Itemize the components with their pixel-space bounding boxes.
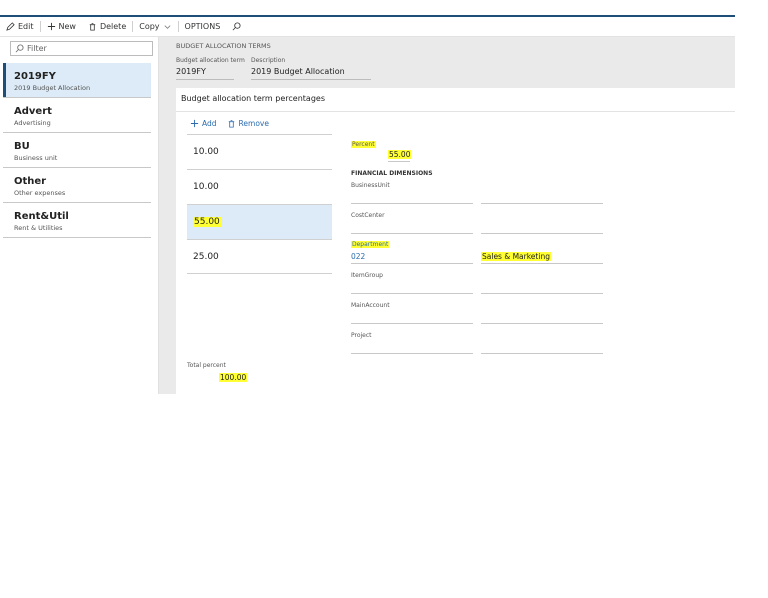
list-item[interactable]: 2019FY 2019 Budget Allocation: [3, 63, 151, 98]
new-button[interactable]: New: [41, 22, 82, 31]
cost-center-label: CostCenter: [351, 212, 385, 219]
list-item-title: BU: [14, 141, 30, 152]
search-icon: [15, 44, 24, 53]
list-item-subtitle: Rent & Utilities: [14, 224, 63, 232]
options-button[interactable]: OPTIONS: [179, 22, 227, 31]
trash-icon: [89, 22, 96, 31]
project-label: Project: [351, 332, 372, 339]
delete-label: Delete: [99, 22, 127, 31]
financial-dimensions-heading: FINANCIAL DIMENSIONS: [351, 170, 433, 177]
new-label: New: [58, 22, 76, 31]
list-pane: Filter 2019FY 2019 Budget Allocation Adv…: [3, 37, 159, 394]
total-percent-value: 100.00: [219, 373, 248, 382]
options-label: OPTIONS: [184, 22, 221, 31]
project-field[interactable]: [351, 342, 473, 354]
edit-button[interactable]: Edit: [0, 22, 40, 31]
business-unit-field[interactable]: [351, 192, 473, 204]
details-pane: BUDGET ALLOCATION TERMS Budget allocatio…: [159, 37, 735, 394]
grid-toolbar: Add Remove: [190, 119, 269, 128]
main-account-name-field: [481, 312, 603, 324]
department-label: Department: [351, 241, 390, 248]
percentages-card: Budget allocation term percentages Add R…: [176, 88, 735, 394]
list-item-title: Other: [14, 176, 47, 187]
filter-placeholder: Filter: [27, 44, 47, 53]
percent-cell: 10.00: [193, 147, 219, 157]
percent-cell: 55.00: [193, 217, 221, 227]
header-caption: BUDGET ALLOCATION TERMS: [176, 42, 271, 50]
total-percent-label: Total percent: [187, 362, 226, 369]
main-account-field[interactable]: [351, 312, 473, 324]
list-item[interactable]: BU Business unit: [3, 133, 151, 168]
remove-button[interactable]: Remove: [227, 119, 269, 128]
percent-label: Percent: [351, 141, 376, 148]
term-field[interactable]: 2019FY: [176, 67, 234, 80]
add-label: Add: [202, 119, 217, 128]
total-percent-text: 100.00: [219, 373, 248, 382]
table-row[interactable]: 55.00: [187, 204, 332, 239]
card-divider: [176, 111, 735, 112]
list-item-title: Advert: [14, 106, 52, 117]
project-name-field: [481, 342, 603, 354]
item-group-name-field: [481, 282, 603, 294]
business-unit-label: BusinessUnit: [351, 182, 390, 189]
list-item-title: Rent&Util: [14, 211, 69, 222]
percent-field[interactable]: 55.00: [388, 150, 412, 162]
copy-button[interactable]: Copy: [133, 22, 177, 31]
add-button[interactable]: Add: [190, 119, 217, 128]
chevron-down-icon: [164, 25, 171, 29]
cost-center-field[interactable]: [351, 222, 473, 234]
percent-label-text: Percent: [351, 141, 376, 148]
list-item-subtitle: 2019 Budget Allocation: [14, 84, 91, 92]
plus-icon: [47, 22, 55, 31]
list-item-title: 2019FY: [14, 71, 56, 82]
pencil-icon: [6, 22, 15, 31]
search-button[interactable]: [226, 22, 247, 31]
description-label: Description: [251, 57, 286, 64]
department-field[interactable]: 022: [351, 252, 473, 264]
description-field[interactable]: 2019 Budget Allocation: [251, 67, 371, 80]
list-item-subtitle: Advertising: [14, 119, 51, 127]
list-item-subtitle: Business unit: [14, 154, 58, 162]
list-item-subtitle: Other expenses: [14, 189, 66, 197]
percent-value: 55.00: [388, 150, 412, 159]
edit-label: Edit: [18, 22, 34, 31]
trash-icon: [228, 119, 234, 128]
department-name-field: Sales & Marketing: [481, 252, 603, 264]
search-icon: [232, 22, 241, 31]
list-item[interactable]: Rent&Util Rent & Utilities: [3, 203, 151, 238]
table-row[interactable]: 10.00: [187, 169, 332, 204]
department-name: Sales & Marketing: [481, 252, 551, 261]
remove-label: Remove: [238, 119, 269, 128]
plus-icon: [190, 119, 199, 128]
filter-input[interactable]: Filter: [10, 41, 153, 56]
cost-center-name-field: [481, 222, 603, 234]
term-list: 2019FY 2019 Budget Allocation Advert Adv…: [3, 63, 151, 238]
department-label-text: Department: [351, 241, 390, 248]
item-group-label: ItemGroup: [351, 272, 383, 279]
percent-cell: 25.00: [193, 251, 219, 262]
percent-grid: 10.00 10.00 55.00 25.00: [187, 134, 332, 274]
copy-label: Copy: [139, 22, 160, 31]
list-item[interactable]: Other Other expenses: [3, 168, 151, 203]
department-value: 022: [351, 252, 366, 261]
card-title: Budget allocation term percentages: [181, 94, 325, 103]
list-item[interactable]: Advert Advertising: [3, 98, 151, 133]
main-account-label: MainAccount: [351, 302, 390, 309]
item-group-field[interactable]: [351, 282, 473, 294]
term-label: Budget allocation term: [176, 57, 245, 64]
business-unit-name-field: [481, 192, 603, 204]
table-row[interactable]: 10.00: [187, 134, 332, 169]
table-row[interactable]: 25.00: [187, 239, 332, 274]
delete-button[interactable]: Delete: [82, 22, 132, 31]
percent-cell: 10.00: [193, 182, 219, 192]
action-pane: Edit New Delete Copy OPTIONS: [0, 17, 735, 37]
